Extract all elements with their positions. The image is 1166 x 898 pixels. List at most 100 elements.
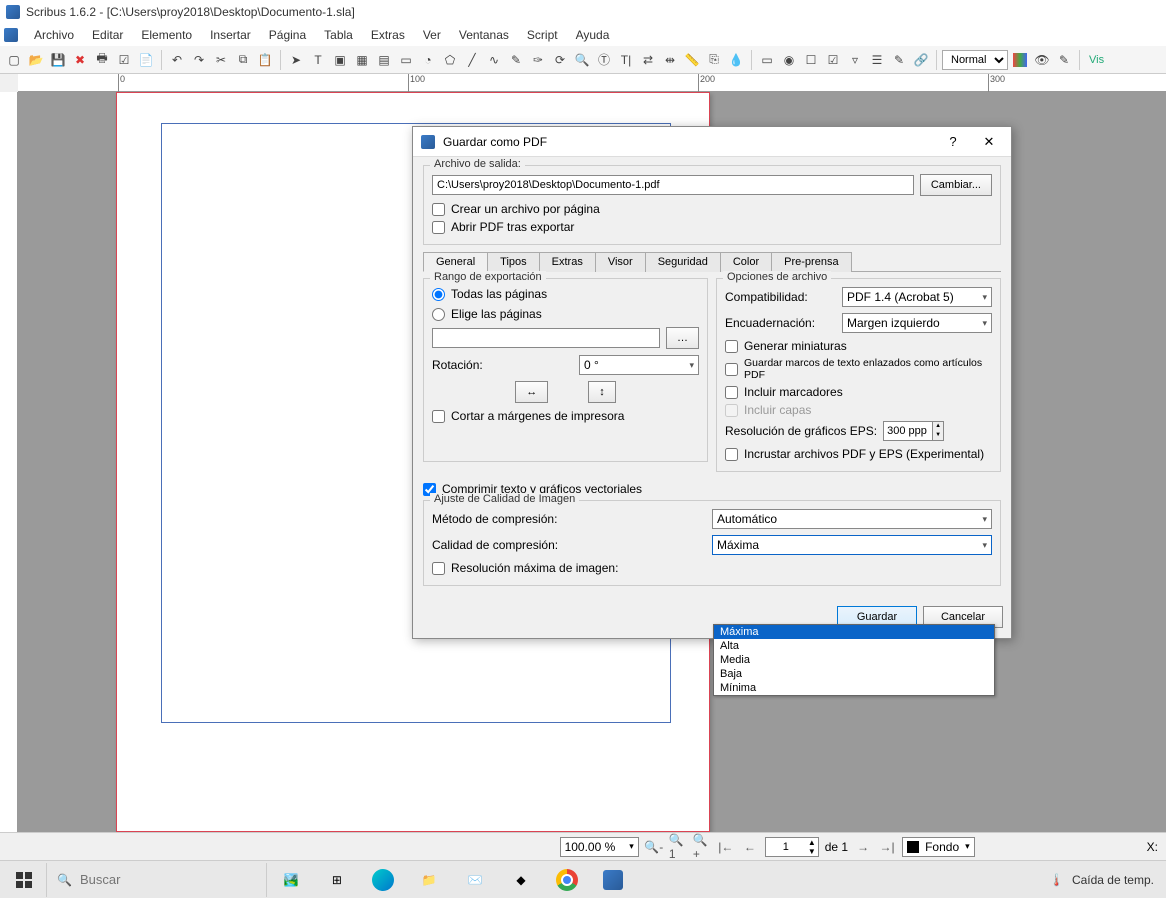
task-view-icon[interactable]: ⊞ <box>315 863 359 897</box>
quality-option-maxima[interactable]: Máxima <box>714 625 994 639</box>
toggle-cms-icon[interactable] <box>1010 50 1030 70</box>
preflight-icon[interactable]: ☑ <box>114 50 134 70</box>
compression-quality-select[interactable]: Máxima <box>712 535 992 555</box>
redo-icon[interactable]: ↷ <box>189 50 209 70</box>
arc-icon[interactable]: ◔ <box>418 50 438 70</box>
pdf-check-icon[interactable]: ☑ <box>823 50 843 70</box>
system-tray[interactable]: 🌡️ Caída de temp. <box>1041 873 1162 887</box>
menu-archivo[interactable]: Archivo <box>26 26 82 44</box>
pdf-combo-icon[interactable]: ▿ <box>845 50 865 70</box>
task-edge-icon[interactable] <box>361 863 405 897</box>
compat-select[interactable]: PDF 1.4 (Acrobat 5) <box>842 287 992 307</box>
search-input[interactable] <box>80 872 256 887</box>
tab-tipos[interactable]: Tipos <box>487 252 540 272</box>
zoom-out-icon[interactable]: 🔍- <box>645 838 663 856</box>
preview-icon[interactable]: 👁 <box>1032 50 1052 70</box>
rotate-icon[interactable]: ⟳ <box>550 50 570 70</box>
last-page-icon[interactable]: →| <box>878 838 896 856</box>
copy-icon[interactable]: ⧉ <box>233 50 253 70</box>
zoom-reset-icon[interactable]: 🔍1 <box>669 838 687 856</box>
eps-resolution-spinner[interactable]: ▲▼ <box>883 421 944 441</box>
preview-mode-select[interactable]: Normal <box>942 50 1008 70</box>
embed-pdfeps-checkbox[interactable]: Incrustar archivos PDF y EPS (Experiment… <box>725 447 992 461</box>
unlink-frames-icon[interactable]: ⇹ <box>660 50 680 70</box>
file-per-page-checkbox[interactable]: Crear un archivo por página <box>432 202 992 216</box>
quality-dropdown-list[interactable]: Máxima Alta Media Baja Mínima <box>713 624 995 696</box>
link-frames-icon[interactable]: ⇄ <box>638 50 658 70</box>
copy-props-icon[interactable]: ⎘ <box>704 50 724 70</box>
page-range-input[interactable] <box>432 328 660 348</box>
menu-pagina[interactable]: Página <box>261 26 314 44</box>
menu-elemento[interactable]: Elemento <box>133 26 200 44</box>
compression-method-select[interactable]: Automático <box>712 509 992 529</box>
save-icon[interactable]: 💾 <box>48 50 68 70</box>
page-range-browse-button[interactable]: … <box>666 327 699 349</box>
change-button[interactable]: Cambiar... <box>920 174 992 196</box>
calligraphic-icon[interactable]: ✑ <box>528 50 548 70</box>
start-button[interactable] <box>4 863 44 897</box>
task-scribus-icon[interactable] <box>591 863 635 897</box>
pdf-button-icon[interactable]: ▭ <box>757 50 777 70</box>
pdf-icon[interactable]: 📄 <box>136 50 156 70</box>
task-mail-icon[interactable]: ✉️ <box>453 863 497 897</box>
tab-color[interactable]: Color <box>720 252 772 272</box>
quality-option-alta[interactable]: Alta <box>714 639 994 653</box>
task-explorer-icon[interactable]: 📁 <box>407 863 451 897</box>
max-resolution-checkbox[interactable]: Resolución máxima de imagen: <box>432 561 992 575</box>
menu-extras[interactable]: Extras <box>363 26 413 44</box>
new-icon[interactable]: ▢ <box>4 50 24 70</box>
image-frame-icon[interactable]: ▣ <box>330 50 350 70</box>
thumbs-checkbox[interactable]: Generar miniaturas <box>725 339 992 353</box>
zoom-combo[interactable]: 100.00 % <box>560 837 639 857</box>
line-icon[interactable]: ╱ <box>462 50 482 70</box>
tab-preprensa[interactable]: Pre-prensa <box>771 252 851 272</box>
table-icon[interactable]: ▤ <box>374 50 394 70</box>
task-landscape-icon[interactable]: 🏞️ <box>269 863 313 897</box>
page-spinner[interactable]: ▲▼ <box>765 837 819 857</box>
prev-page-icon[interactable]: ← <box>741 838 759 856</box>
edit-contents-icon[interactable]: Ⓣ <box>594 50 614 70</box>
cut-icon[interactable]: ✂ <box>211 50 231 70</box>
pdf-annot-icon[interactable]: ✎ <box>889 50 909 70</box>
close-button[interactable]: ✕ <box>975 130 1003 154</box>
articles-checkbox[interactable]: Guardar marcos de texto enlazados como a… <box>725 357 992 381</box>
tab-extras[interactable]: Extras <box>539 252 596 272</box>
tab-visor[interactable]: Visor <box>595 252 646 272</box>
polygon-icon[interactable]: ⬠ <box>440 50 460 70</box>
vis-label[interactable]: Vis <box>1089 54 1104 66</box>
tab-seguridad[interactable]: Seguridad <box>645 252 721 272</box>
pdf-text-icon[interactable]: ☐ <box>801 50 821 70</box>
mirror-v-button[interactable]: ↕ <box>588 381 616 403</box>
shape-icon[interactable]: ▭ <box>396 50 416 70</box>
menu-editar[interactable]: Editar <box>84 26 131 44</box>
measure-icon[interactable]: 📏 <box>682 50 702 70</box>
menu-ventanas[interactable]: Ventanas <box>451 26 517 44</box>
print-icon[interactable]: 🖶 <box>92 50 112 70</box>
pdf-radio-icon[interactable]: ◉ <box>779 50 799 70</box>
paste-icon[interactable]: 📋 <box>255 50 275 70</box>
dialog-titlebar[interactable]: Guardar como PDF ? ✕ <box>413 127 1011 157</box>
mirror-h-button[interactable]: ↔ <box>515 381 548 403</box>
render-frame-icon[interactable]: ▦ <box>352 50 372 70</box>
zoom-in-icon[interactable]: 🔍+ <box>693 838 711 856</box>
task-inkscape-icon[interactable]: ◆ <box>499 863 543 897</box>
help-button[interactable]: ? <box>939 130 967 154</box>
text-frame-icon[interactable]: T <box>308 50 328 70</box>
binding-select[interactable]: Margen izquierdo <box>842 313 992 333</box>
menu-tabla[interactable]: Tabla <box>316 26 361 44</box>
bezier-icon[interactable]: ∿ <box>484 50 504 70</box>
menu-ayuda[interactable]: Ayuda <box>568 26 618 44</box>
menu-insertar[interactable]: Insertar <box>202 26 259 44</box>
tab-general[interactable]: General <box>423 252 488 272</box>
first-page-icon[interactable]: |← <box>717 838 735 856</box>
zoom-icon[interactable]: 🔍 <box>572 50 592 70</box>
choose-pages-radio[interactable]: Elige las páginas <box>432 307 699 321</box>
clip-margins-checkbox[interactable]: Cortar a márgenes de impresora <box>432 409 699 423</box>
eyedropper-icon[interactable]: 💧 <box>726 50 746 70</box>
bookmarks-checkbox[interactable]: Incluir marcadores <box>725 385 992 399</box>
open-after-checkbox[interactable]: Abrir PDF tras exportar <box>432 220 992 234</box>
menu-ver[interactable]: Ver <box>415 26 449 44</box>
task-chrome-icon[interactable] <box>545 863 589 897</box>
edit-in-preview-icon[interactable]: ✎ <box>1054 50 1074 70</box>
quality-option-minima[interactable]: Mínima <box>714 681 994 695</box>
